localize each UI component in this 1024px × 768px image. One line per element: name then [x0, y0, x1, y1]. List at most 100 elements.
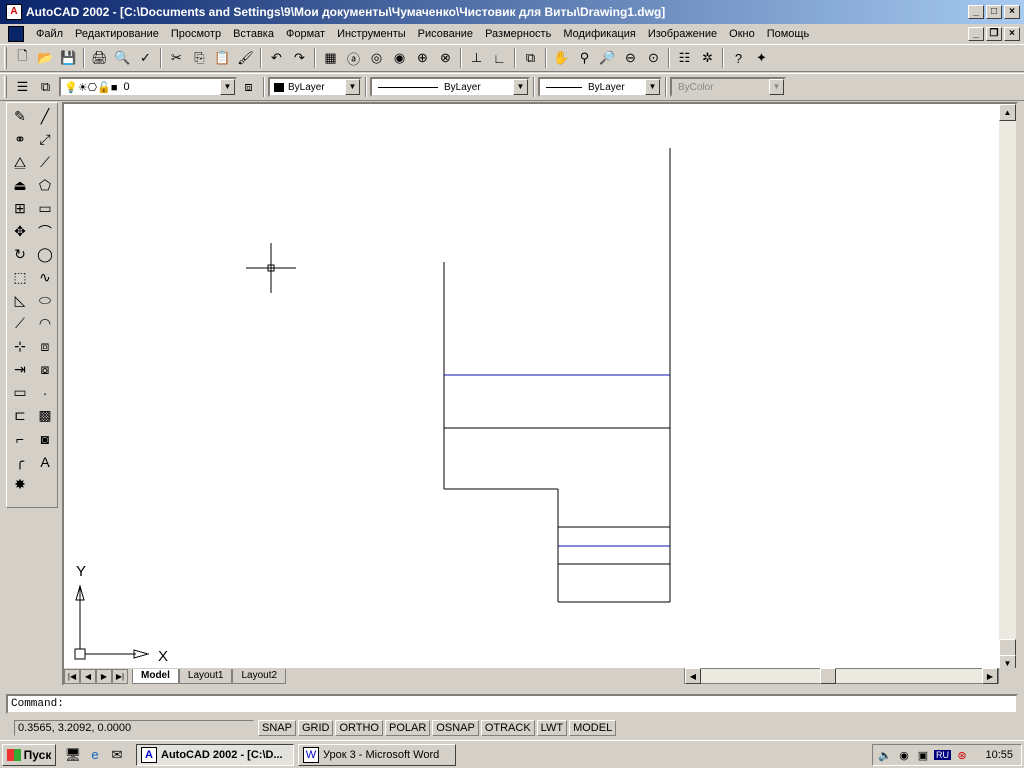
menu-item-10[interactable]: Изображение	[642, 25, 723, 43]
scroll-up-button[interactable]: ▲	[999, 104, 1016, 121]
document-icon[interactable]	[8, 26, 24, 42]
menu-item-8[interactable]: Размерность	[479, 25, 557, 43]
toggle-polar[interactable]: POLAR	[385, 720, 431, 736]
next-tab-button[interactable]: ▶	[96, 668, 112, 684]
chevron-down-icon[interactable]: ▼	[513, 79, 528, 95]
properties-icon[interactable]: ☷	[673, 47, 696, 69]
clock[interactable]: 10:55	[985, 749, 1013, 761]
drawing-geometry[interactable]	[443, 148, 671, 603]
line-icon[interactable]: ╱	[33, 105, 57, 128]
toggle-model[interactable]: MODEL	[569, 720, 617, 736]
polygon-icon[interactable]: ⬠	[33, 174, 57, 197]
tab-model[interactable]: Model	[132, 668, 179, 684]
trim-icon[interactable]: ⊹	[8, 335, 32, 358]
copy-icon[interactable]: ⎘	[188, 47, 211, 69]
explode-icon[interactable]: ✸	[8, 473, 32, 496]
layer-previous-icon[interactable]: ⧈	[237, 76, 260, 98]
drawing-area[interactable]: X Y ▲ ▼ |◀ ◀ ▶ ▶| Model Layout1 Layout2 ◀ …	[62, 102, 1018, 686]
close-button[interactable]: ×	[1004, 5, 1020, 19]
array-icon[interactable]: ⊞	[8, 197, 32, 220]
toggle-otrack[interactable]: OTRACK	[480, 720, 535, 736]
scale-icon[interactable]: ⬚	[8, 266, 32, 289]
redo-icon[interactable]: ↷	[288, 47, 311, 69]
taskbar-item[interactable]: A AutoCAD 2002 - [C:\D...	[136, 743, 294, 766]
coordinates-readout[interactable]: 0.3565, 3.2092, 0.0000	[14, 720, 254, 736]
monitor-icon[interactable]: ▣	[915, 749, 931, 762]
web-browse-icon[interactable]: ◉	[388, 47, 411, 69]
arc-icon[interactable]: ⌒	[33, 220, 57, 243]
hatch-icon[interactable]: ▩	[33, 404, 57, 427]
hyperlink-icon[interactable]: ⊗	[434, 47, 457, 69]
tab-layout2[interactable]: Layout2	[232, 668, 287, 684]
linetype-dropdown[interactable]: ByLayer ▼	[370, 77, 530, 97]
today-icon[interactable]: ⓐ	[342, 47, 365, 69]
minimize-button[interactable]: _	[968, 5, 984, 19]
menu-item-2[interactable]: Редактирование	[69, 25, 165, 43]
doc-restore-button[interactable]: ❐	[986, 27, 1002, 41]
toggle-grid[interactable]: GRID	[297, 720, 334, 736]
menu-item-9[interactable]: Модификация	[557, 25, 642, 43]
menu-item-6[interactable]: Инструменты	[331, 25, 412, 43]
menu-item-4[interactable]: Вставка	[227, 25, 280, 43]
chamfer-icon[interactable]: ⌐	[8, 427, 32, 450]
toggle-snap[interactable]: SNAP	[258, 720, 296, 736]
hscroll-thumb[interactable]	[820, 668, 836, 684]
multiline-text-icon[interactable]: A	[33, 450, 57, 473]
spellcheck-icon[interactable]: ✓	[134, 47, 157, 69]
layer-dropdown[interactable]: 💡☀⎔🔓■ 0 ▼	[59, 77, 237, 97]
new-icon[interactable]: 🗋	[11, 47, 34, 69]
lineweight-dropdown[interactable]: ByLayer ▼	[538, 77, 662, 97]
prev-tab-button[interactable]: ◀	[80, 668, 96, 684]
copy-object-icon[interactable]: ⚭	[8, 128, 32, 151]
pan-icon[interactable]: ✋	[550, 47, 573, 69]
maximize-button[interactable]: □	[986, 5, 1002, 19]
first-tab-button[interactable]: |◀	[64, 668, 80, 684]
drawing-canvas[interactable]: X Y	[64, 104, 998, 670]
save-icon[interactable]: 💾	[57, 47, 80, 69]
horizontal-scrollbar[interactable]: ◀ ▶	[684, 668, 999, 684]
print-preview-icon[interactable]: 🔍	[111, 47, 134, 69]
zoom-previous-icon[interactable]: ⊖	[619, 47, 642, 69]
stretch-icon[interactable]: ◺	[8, 289, 32, 312]
scroll-right-button[interactable]: ▶	[982, 668, 998, 684]
toolbar-grip[interactable]	[4, 76, 7, 98]
internet-explorer-icon[interactable]: e	[86, 746, 104, 764]
menu-item-7[interactable]: Рисование	[412, 25, 479, 43]
extend-icon[interactable]: ⇥	[8, 358, 32, 381]
scroll-left-button[interactable]: ◀	[685, 668, 701, 684]
rotate-icon[interactable]: ↻	[8, 243, 32, 266]
menu-item-11[interactable]: Окно	[723, 25, 761, 43]
last-tab-button[interactable]: ▶|	[112, 668, 128, 684]
network-icon[interactable]: ◉	[896, 749, 912, 762]
aerial-view-icon[interactable]: ⧉	[519, 47, 542, 69]
make-object-layer-current-icon[interactable]: ⧉	[34, 76, 57, 98]
toggle-ortho[interactable]: ORTHO	[335, 720, 383, 736]
move-icon[interactable]: ✥	[8, 220, 32, 243]
title-bar[interactable]: A AutoCAD 2002 - [C:\Documents and Setti…	[0, 0, 1024, 24]
ellipse-icon[interactable]: ⬭	[33, 289, 57, 312]
paste-icon[interactable]: 📋	[211, 47, 234, 69]
zoom-extents-icon[interactable]: ⊙	[642, 47, 665, 69]
toggle-lwt[interactable]: LWT	[536, 720, 568, 736]
lengthen-icon[interactable]: ⟋	[8, 312, 32, 335]
scroll-thumb[interactable]	[999, 639, 1016, 656]
spline-icon[interactable]: ∿	[33, 266, 57, 289]
menu-item-12[interactable]: Помощь	[761, 25, 816, 43]
show-desktop-icon[interactable]: 🖥	[64, 746, 82, 764]
chevron-down-icon[interactable]: ▼	[645, 79, 660, 95]
doc-minimize-button[interactable]: _	[968, 27, 984, 41]
fillet-icon[interactable]: ╭	[8, 450, 32, 473]
doc-close-button[interactable]: ×	[1004, 27, 1020, 41]
zoom-window-icon[interactable]: 🔎	[596, 47, 619, 69]
vertical-scrollbar[interactable]: ▲ ▼	[999, 104, 1016, 672]
zoom-realtime-icon[interactable]: ⚲	[573, 47, 596, 69]
layer-manager-icon[interactable]: ☰	[11, 76, 34, 98]
chevron-down-icon[interactable]: ▼	[345, 79, 360, 95]
taskbar-item[interactable]: W Урок 3 - Microsoft Word	[298, 743, 456, 766]
offset-icon[interactable]: ⏏	[8, 174, 32, 197]
command-line[interactable]: Command:	[6, 694, 1018, 714]
volume-icon[interactable]: 🔈	[877, 749, 893, 762]
break-icon[interactable]: ▭	[8, 381, 32, 404]
polyline-icon[interactable]: ⟋	[33, 151, 57, 174]
language-indicator[interactable]: RU	[934, 750, 951, 760]
